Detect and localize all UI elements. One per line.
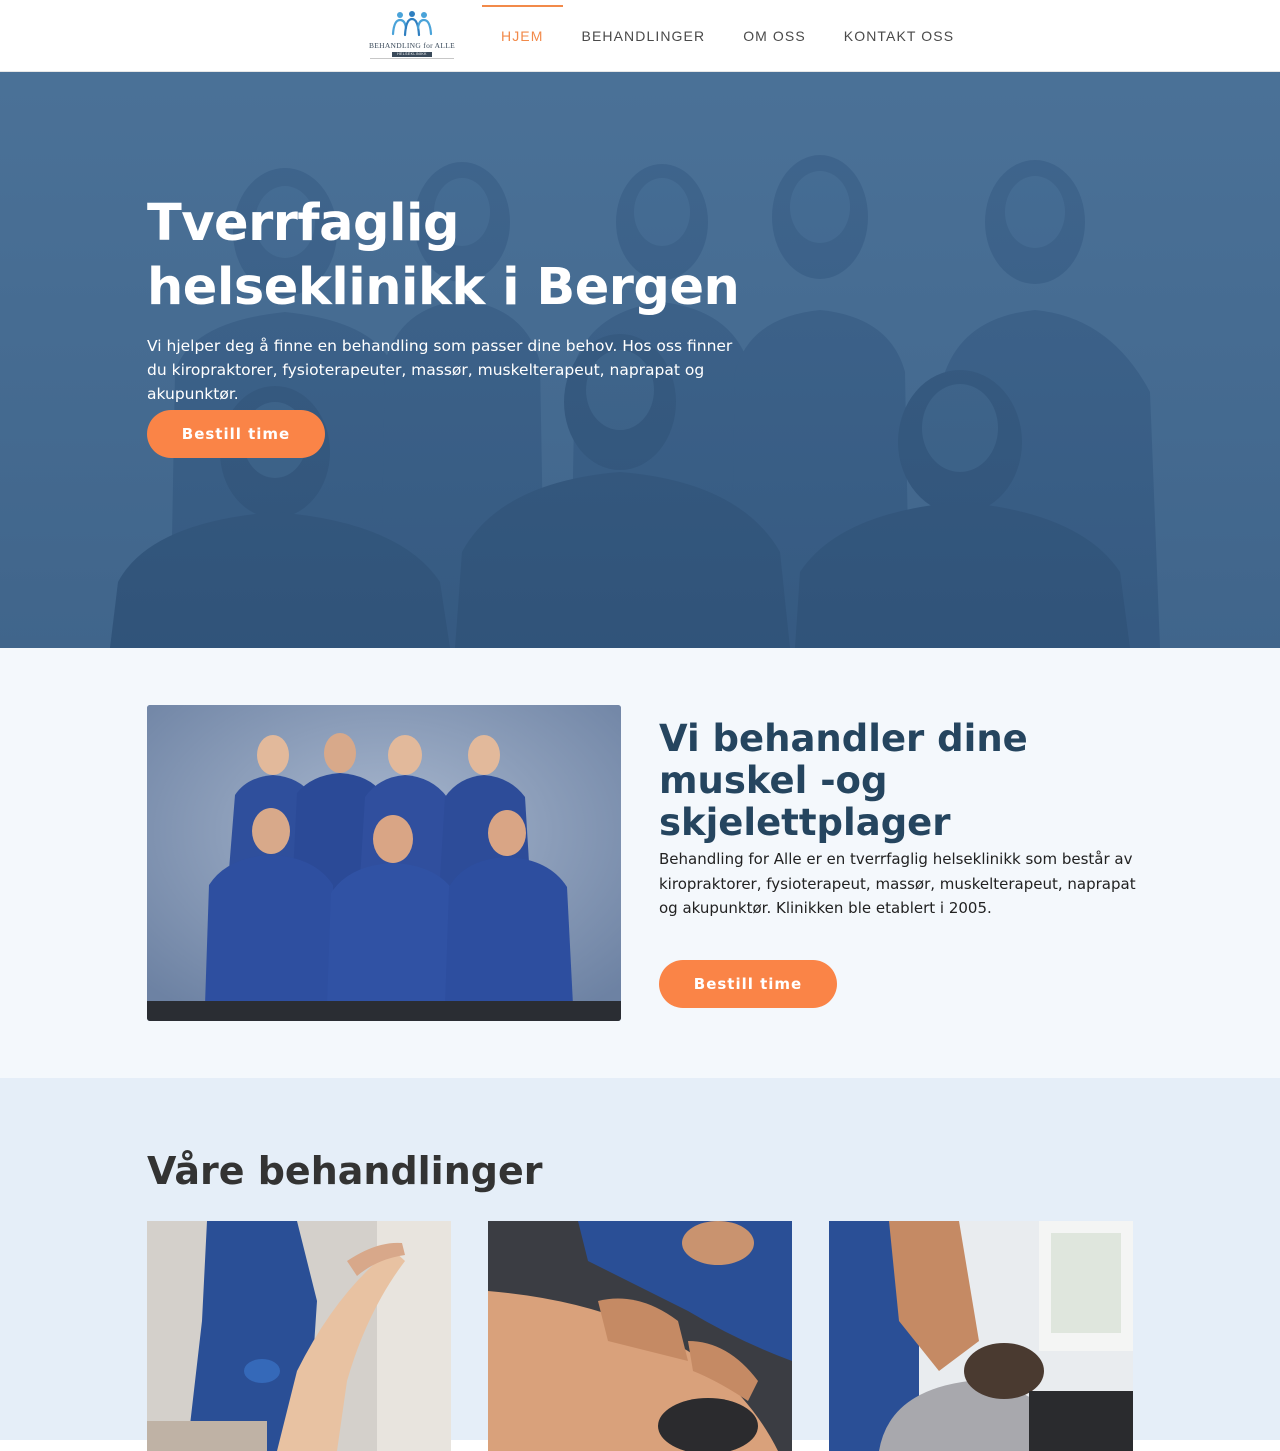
logo-divider: [370, 58, 454, 59]
treatment-card-1[interactable]: [147, 1221, 451, 1451]
about-description: Behandling for Alle er en tverrfaglig he…: [659, 850, 1136, 917]
nav-item-hjem[interactable]: HJEM: [482, 0, 563, 72]
about-section: Vi behandler dine muskel -og skjelettpla…: [0, 648, 1280, 1078]
nav-item-kontakt-oss[interactable]: KONTAKT OSS: [825, 0, 973, 72]
hero-title: Tverrfaglig helseklinikk i Bergen: [147, 192, 767, 320]
logo-subline: HELSEKLINIKK: [392, 52, 432, 57]
nav-item-behandlinger[interactable]: BEHANDLINGER: [563, 0, 725, 72]
team-photo-image: [147, 705, 621, 1021]
treatments-section: Våre behandlinger: [0, 1078, 1280, 1451]
logo-people-icon: [391, 11, 433, 37]
treatments-title: Våre behandlinger: [147, 1149, 543, 1193]
hero-title-line1: Tverrfaglig: [147, 194, 460, 253]
hero-section: Tverrfaglig helseklinikk i Bergen Vi hje…: [0, 72, 1280, 648]
treatment-card-3[interactable]: [829, 1221, 1133, 1451]
hero-book-button[interactable]: Bestill time: [147, 410, 325, 458]
about-book-button[interactable]: Bestill time: [659, 960, 837, 1008]
treatment-photo-back-treatment: [829, 1221, 1133, 1451]
logo-wordmark: BEHANDLING for ALLE: [368, 41, 456, 50]
nav-item-om-oss[interactable]: OM OSS: [724, 0, 825, 72]
hero-description: Vi hjelper deg å finne en behandling som…: [147, 337, 733, 403]
site-header: BEHANDLING for ALLE HELSEKLINIKK HJEM BE…: [0, 0, 1280, 72]
about-title: Vi behandler dine muskel -og skjelettpla…: [659, 717, 1028, 844]
site-logo[interactable]: BEHANDLING for ALLE HELSEKLINIKK: [366, 8, 458, 62]
team-photo: [147, 705, 621, 1021]
main-nav: HJEM BEHANDLINGER OM OSS KONTAKT OSS: [482, 0, 973, 72]
treatment-photo-massage: [488, 1221, 792, 1451]
hero-title-line2: helseklinikk i Bergen: [147, 258, 740, 317]
treatment-card-2[interactable]: [488, 1221, 792, 1451]
treatment-photo-stretch: [147, 1221, 451, 1451]
